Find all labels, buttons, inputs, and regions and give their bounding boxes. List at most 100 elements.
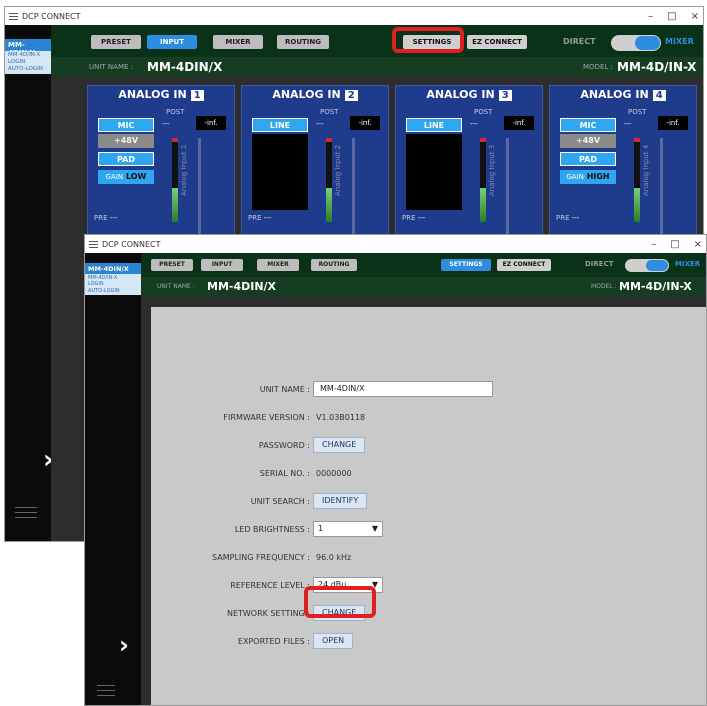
maximize-button[interactable]: □ xyxy=(667,11,676,22)
level-meter xyxy=(326,138,332,222)
maximize-button[interactable]: □ xyxy=(670,239,679,250)
model-value: MM-4D/IN-X xyxy=(617,60,697,74)
tab-ez-connect[interactable]: EZ CONNECT xyxy=(497,259,551,271)
unit-name-label: UNIT NAME : xyxy=(157,283,195,290)
sidebar-item-model[interactable]: MM-4D/IN-X xyxy=(8,52,48,59)
front-window: DCP CONNECT – □ × MM-4DIN/X MM-4D/IN-X L… xyxy=(84,234,707,706)
tab-routing[interactable]: ROUTING xyxy=(277,35,329,49)
back-sidebar: MM-4DIN/X MM-4D/IN-X LOGIN AUTO-LOGIN › xyxy=(5,25,54,541)
network-row: NETWORK SETTING : CHANGE xyxy=(151,605,706,623)
sidebar-device-list[interactable]: MM-4D/IN-X LOGIN AUTO-LOGIN xyxy=(85,274,141,295)
post-value: --- xyxy=(316,120,324,128)
direct-mixer-toggle[interactable] xyxy=(625,259,669,272)
chevron-right-icon[interactable]: › xyxy=(119,631,129,659)
firmware-value: V1.03B0118 xyxy=(316,413,366,422)
phantom-button[interactable]: +48V xyxy=(560,134,616,148)
unit-search-label: UNIT SEARCH : xyxy=(250,497,310,506)
dropdown-arrow-icon: ▼ xyxy=(371,524,378,533)
direct-mixer-toggle[interactable] xyxy=(611,35,661,51)
settings-panel: UNIT NAME : MM-4DIN/X FIRMWARE VERSION :… xyxy=(151,307,706,705)
tab-preset[interactable]: PRESET xyxy=(151,259,193,271)
pre-label: PRE --- xyxy=(248,214,272,222)
hamburger-icon[interactable] xyxy=(89,240,98,248)
level-meter xyxy=(634,138,640,222)
level-meter xyxy=(480,138,486,222)
model-label: MODEL : xyxy=(591,283,617,290)
close-button[interactable]: × xyxy=(694,239,702,250)
source-button[interactable]: LINE xyxy=(406,118,462,132)
sampling-frequency-value: 96.0 kHz xyxy=(316,553,352,562)
level-readout: -inf. xyxy=(658,116,688,130)
led-brightness-select[interactable]: 1 ▼ xyxy=(313,521,383,537)
fader[interactable] xyxy=(506,138,509,238)
mode-direct-label: DIRECT xyxy=(585,260,614,268)
source-button[interactable]: LINE xyxy=(252,118,308,132)
identify-button[interactable]: IDENTIFY xyxy=(313,493,368,509)
password-change-button[interactable]: CHANGE xyxy=(313,437,366,453)
channel-title: ANALOG IN 1 xyxy=(88,88,234,101)
front-unit-bar: UNIT NAME : MM-4DIN/X MODEL : MM-4D/IN-X xyxy=(141,277,706,297)
minimize-button[interactable]: – xyxy=(648,11,653,22)
phantom-button[interactable]: +48V xyxy=(98,134,154,148)
channel-title: ANALOG IN 3 xyxy=(396,88,542,101)
source-button[interactable]: MIC xyxy=(560,118,616,132)
channel-vertical-label: Analog Input 2 xyxy=(334,144,342,196)
gain-button[interactable]: GAIN HIGH xyxy=(560,170,616,184)
tab-preset[interactable]: PRESET xyxy=(91,35,141,49)
sidebar-item-auto-login[interactable]: AUTO-LOGIN xyxy=(8,66,48,73)
sidebar-item-login[interactable]: LOGIN xyxy=(8,59,48,66)
channel-strip-3: ANALOG IN 3 POST --- -inf. LINE Analog In… xyxy=(395,85,543,245)
front-main-area: UNIT NAME : MM-4DIN/X FIRMWARE VERSION :… xyxy=(141,297,706,705)
front-window-title: DCP CONNECT xyxy=(102,239,161,249)
source-button[interactable]: MIC xyxy=(98,118,154,132)
reference-level-label: REFERENCE LEVEL : xyxy=(230,581,310,590)
channel-strip-4: ANALOG IN 4 POST --- -inf. MIC +48V PAD G… xyxy=(549,85,697,245)
post-value: --- xyxy=(624,120,632,128)
reference-row: REFERENCE LEVEL : 24 dBu ▼ xyxy=(151,577,706,595)
minimize-button[interactable]: – xyxy=(651,239,656,250)
sidebar-item-auto-login[interactable]: AUTO-LOGIN xyxy=(88,288,138,294)
pad-button[interactable]: PAD xyxy=(560,152,616,166)
pad-button[interactable]: PAD xyxy=(98,152,154,166)
unit-name-value: MM-4DIN/X xyxy=(147,60,223,74)
fader[interactable] xyxy=(352,138,355,238)
serial-label: SERIAL NO. : xyxy=(259,469,310,478)
back-window-title: DCP CONNECT xyxy=(22,11,81,21)
tab-input[interactable]: INPUT xyxy=(147,35,197,49)
close-button[interactable]: × xyxy=(691,11,699,22)
level-meter xyxy=(172,138,178,222)
gain-button[interactable]: GAIN LOW xyxy=(98,170,154,184)
fader[interactable] xyxy=(198,138,201,238)
model-value: MM-4D/IN-X xyxy=(619,280,692,293)
tab-mixer[interactable]: MIXER xyxy=(257,259,299,271)
led-row: LED BRIGHTNESS : 1 ▼ xyxy=(151,521,706,539)
tab-ez-connect[interactable]: EZ CONNECT xyxy=(467,35,527,49)
settings-tab-highlight xyxy=(392,27,464,53)
password-label: PASSWORD : xyxy=(258,441,310,450)
tab-settings[interactable]: SETTINGS xyxy=(441,259,491,271)
disabled-options-area xyxy=(252,134,308,210)
channel-strip-1: ANALOG IN 1 POST --- -inf. MIC +48V PAD G… xyxy=(87,85,235,245)
unit-name-value: MM-4DIN/X xyxy=(207,280,277,293)
password-row: PASSWORD : CHANGE xyxy=(151,437,706,455)
tab-mixer[interactable]: MIXER xyxy=(213,35,263,49)
back-titlebar: DCP CONNECT – □ × xyxy=(5,7,703,25)
model-label: MODEL : xyxy=(583,63,613,71)
front-titlebar: DCP CONNECT – □ × xyxy=(85,235,706,253)
fader[interactable] xyxy=(660,138,663,238)
hamburger-icon[interactable] xyxy=(9,12,18,20)
network-setting-label: NETWORK SETTING : xyxy=(226,609,310,618)
tab-input[interactable]: INPUT xyxy=(201,259,243,271)
firmware-label: FIRMWARE VERSION : xyxy=(223,413,310,422)
network-change-highlight xyxy=(304,586,376,618)
sidebar-device-list[interactable]: MM-4D/IN-X LOGIN AUTO-LOGIN xyxy=(5,51,51,74)
unit-name-row: UNIT NAME : MM-4DIN/X xyxy=(151,381,706,399)
mode-mixer-label: MIXER xyxy=(675,260,701,268)
tab-routing[interactable]: ROUTING xyxy=(311,259,357,271)
exported-open-button[interactable]: OPEN xyxy=(313,633,354,649)
menu-lines-icon[interactable] xyxy=(15,507,37,522)
unit-name-input[interactable]: MM-4DIN/X xyxy=(313,381,493,397)
menu-lines-icon[interactable] xyxy=(97,685,115,700)
mode-direct-label: DIRECT xyxy=(563,37,596,46)
unit-name-label: UNIT NAME : xyxy=(89,63,133,71)
